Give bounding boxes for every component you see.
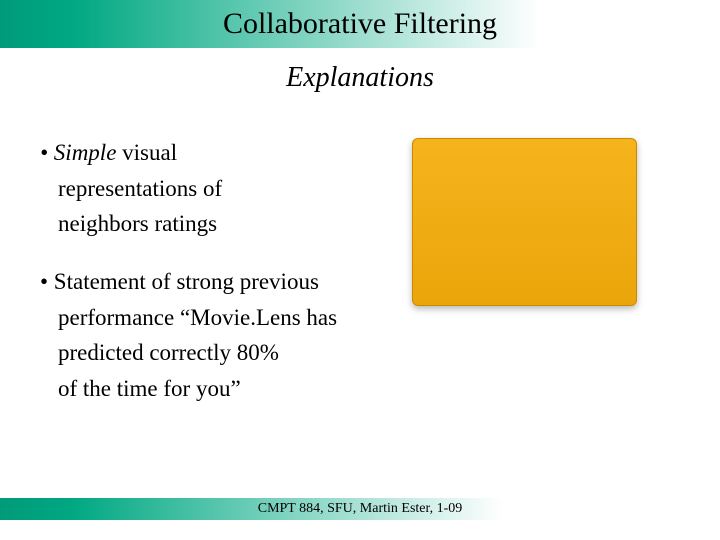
bullet-text: • Statement of strong previous	[40, 264, 680, 300]
subtitle: Explanations	[0, 62, 720, 94]
bullet-text: predicted correctly 80%	[40, 335, 680, 371]
title-bar: Collaborative Filtering	[0, 0, 720, 48]
bullet-text: visual	[116, 140, 177, 165]
bullet-text: representations of	[40, 171, 680, 207]
bullet-text: neighbors ratings	[40, 206, 680, 242]
content-area: • Simple visual representations of neigh…	[40, 135, 680, 428]
bullet-text: of the time for you”	[40, 371, 680, 407]
bullet-item: • Simple visual representations of neigh…	[40, 135, 680, 242]
page-title: Collaborative Filtering	[223, 7, 497, 41]
bullet-text: performance “Movie.Lens has	[40, 300, 680, 336]
footer-bar: CMPT 884, SFU, Martin Ester, 1-09	[0, 498, 720, 520]
bullet-item: • Statement of strong previous performan…	[40, 264, 680, 407]
bullet-emphasis: • Simple	[40, 140, 116, 165]
footer-text: CMPT 884, SFU, Martin Ester, 1-09	[258, 501, 463, 517]
